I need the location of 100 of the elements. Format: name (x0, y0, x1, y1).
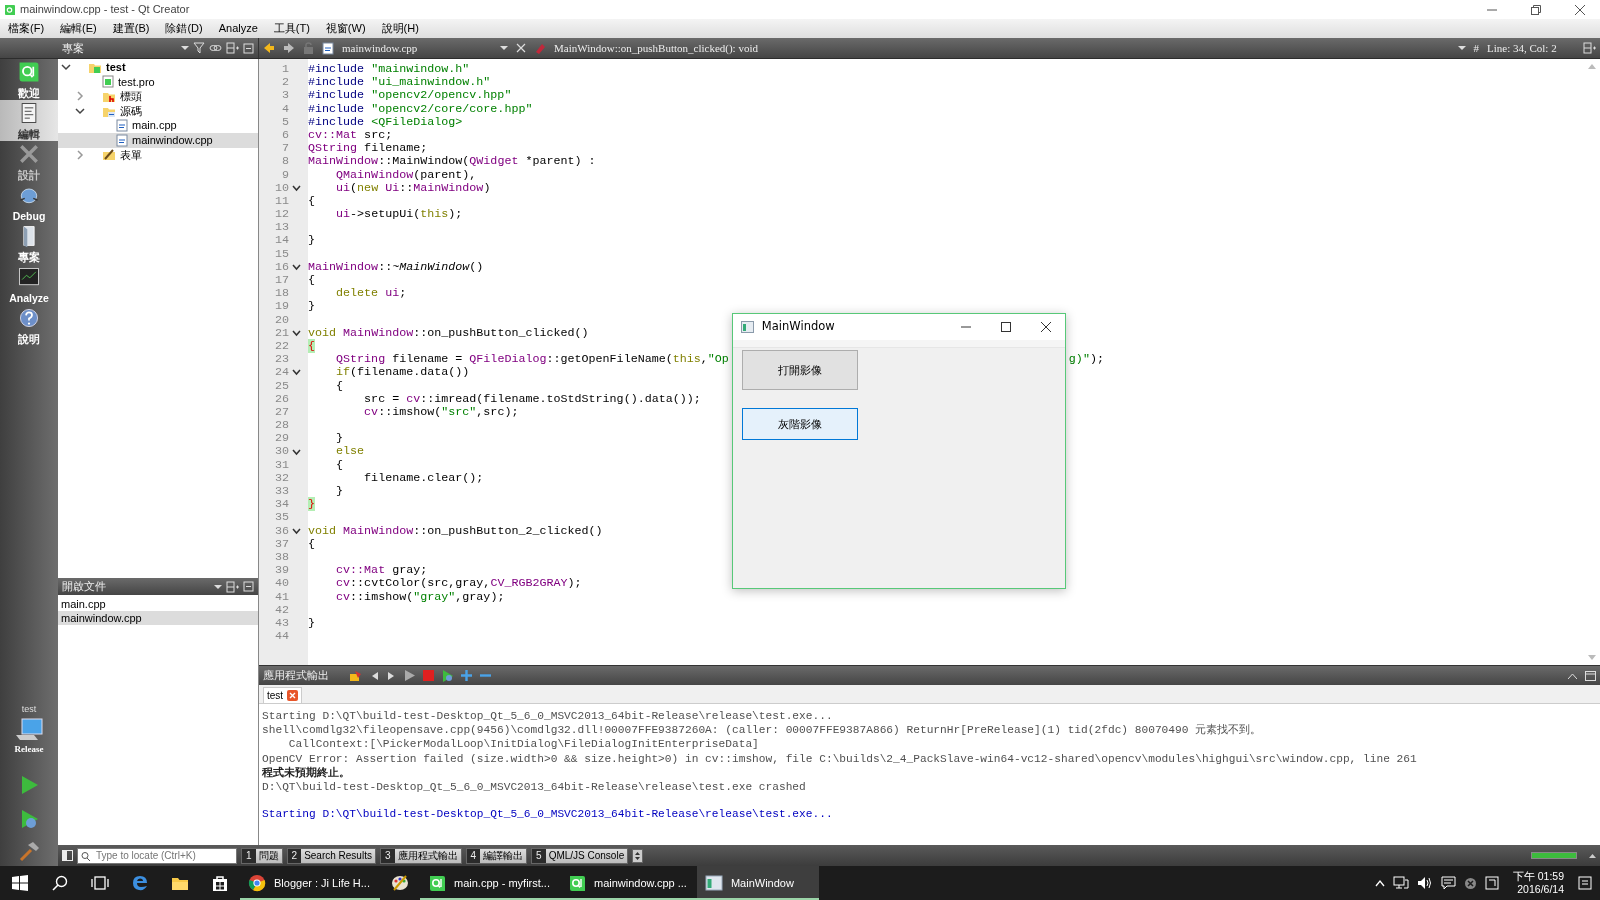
output-line: Starting D:\QT\build-test-Desktop_Qt_5_6_0_MSVC2013_64bit-Release\release\test.exe... (262, 806, 834, 821)
push-button[interactable]: 打開影像 (741, 350, 858, 390)
up-down-arrows-icon[interactable] (632, 848, 644, 863)
dropdown-icon[interactable] (500, 44, 508, 52)
tree-item[interactable]: 標頭 (58, 89, 258, 104)
cursor-position[interactable]: Line: 34, Col: 2 (1487, 39, 1575, 57)
menu-item[interactable]: 視窗(W) (317, 19, 374, 38)
fold-chevron-icon[interactable] (291, 184, 301, 192)
document-item[interactable]: mainwindow.cpp (58, 611, 258, 625)
menu-item[interactable]: 建置(B) (104, 19, 158, 38)
tree-item[interactable]: main.cpp (58, 118, 258, 133)
tree-item[interactable]: 表單 (58, 147, 258, 163)
restore-icon[interactable] (1530, 3, 1542, 16)
message-icon[interactable] (1440, 876, 1456, 890)
shopping-bag-icon[interactable] (211, 874, 229, 892)
dropdown-icon[interactable] (214, 582, 222, 591)
mode-button[interactable]: 編輯 (0, 100, 58, 141)
sidebar-toggle-icon[interactable] (62, 850, 73, 861)
tree-item[interactable]: 源碼 (58, 103, 258, 119)
window-title: mainwindow.cpp - test - Qt Creator (20, 2, 190, 18)
logo-icon[interactable] (428, 874, 446, 892)
speaker-icon[interactable] (1416, 876, 1433, 890)
output-pane-button[interactable]: 4 編譯輸出 (465, 847, 528, 864)
chevron-right-icon[interactable] (74, 148, 86, 161)
scrollbar-arrow-icon[interactable] (1588, 655, 1596, 661)
output-pane-button[interactable]: 1 問題 (241, 847, 283, 864)
zoom-in-icon[interactable] (461, 670, 472, 681)
notification-icon[interactable] (1578, 876, 1592, 890)
next-icon[interactable] (387, 670, 396, 681)
taskbar-button[interactable]: MainWindow (696, 866, 819, 900)
debug-run-icon[interactable] (442, 669, 453, 682)
fold-chevron-icon[interactable] (291, 263, 301, 271)
symbol-selector[interactable]: MainWindow::on_pushButton_clicked(): void (554, 38, 1450, 58)
browser-e-icon[interactable] (131, 874, 149, 892)
menu-item[interactable]: 除錯(D) (157, 19, 211, 38)
collapse-icon[interactable] (1589, 853, 1596, 858)
menu-item[interactable]: 工具(T) (265, 19, 318, 38)
fold-chevron-icon[interactable] (291, 329, 301, 337)
mode-button[interactable]: 專案 (0, 223, 58, 264)
scrollbar-arrow-icon[interactable] (1588, 63, 1596, 69)
split-icon[interactable] (1583, 42, 1596, 54)
close-panel-icon[interactable] (243, 42, 254, 54)
logo-icon[interactable] (567, 874, 586, 892)
dropdown-icon[interactable] (1457, 44, 1466, 52)
encoding-indicator[interactable]: # (1473, 39, 1479, 57)
tree-item[interactable]: mainwindow.cpp (58, 132, 258, 148)
link-icon[interactable] (209, 42, 222, 54)
kit-selector[interactable]: Release (14, 716, 44, 756)
previous-icon[interactable] (370, 670, 379, 681)
forward-arrow-icon[interactable] (283, 42, 295, 54)
output-pane-button[interactable]: 5 QML/JS Console (531, 847, 629, 864)
hammer-icon[interactable] (18, 840, 40, 862)
menu-item[interactable]: Analyze (210, 19, 266, 38)
taskbar-button[interactable]: Blogger : Ji Life H... (240, 866, 380, 900)
fold-chevron-icon[interactable] (291, 448, 301, 456)
filter-icon[interactable] (193, 42, 205, 54)
clock[interactable]: 下午 01:59 2016/6/14 (1512, 870, 1564, 896)
panel-selector[interactable]: 專案 (62, 38, 177, 58)
palette-icon[interactable] (390, 873, 410, 893)
document-item[interactable]: main.cpp (58, 597, 258, 611)
tree-item[interactable]: test.pro (58, 74, 258, 90)
menu-item[interactable]: 檔案(F) (0, 19, 53, 38)
rerun-icon[interactable] (349, 669, 362, 682)
taskbar-button[interactable]: main.cpp - myfirst... (420, 866, 560, 900)
file-selector[interactable]: mainwindow.cpp (342, 38, 492, 58)
mode-button[interactable]: Debug (0, 182, 58, 223)
mode-button[interactable]: 歡迎 (0, 59, 58, 100)
task-view-icon[interactable] (91, 875, 109, 891)
taskbar-button[interactable]: mainwindow.cpp ... (559, 866, 697, 900)
folder-icon[interactable] (171, 875, 189, 891)
windows-logo-icon[interactable] (12, 875, 28, 891)
menu-item[interactable]: 說明(H) (373, 19, 427, 38)
fold-chevron-icon[interactable] (291, 369, 301, 377)
output-pane-button[interactable]: 2 Search Results (286, 847, 376, 864)
network-icon[interactable] (1392, 876, 1409, 890)
chrome-icon[interactable] (248, 874, 266, 892)
mode-button[interactable]: Analyze (0, 264, 58, 305)
blocked-icon[interactable] (1463, 876, 1477, 890)
output-pane-button[interactable]: 3 應用程式輸出 (379, 847, 462, 864)
window-icon[interactable] (704, 875, 723, 891)
keyboard-icon[interactable] (1484, 876, 1499, 890)
chevron-up-icon[interactable] (1374, 879, 1385, 887)
close-panel-icon[interactable] (243, 581, 254, 592)
fold-chevron-icon[interactable] (291, 527, 301, 535)
output-tab[interactable]: test (263, 687, 303, 703)
mode-button[interactable]: 說明 (0, 305, 58, 346)
tree-item[interactable]: test (58, 60, 258, 75)
back-arrow-icon[interactable] (263, 42, 275, 54)
locate-field[interactable]: Type to locate (Ctrl+K) (77, 847, 237, 864)
close-icon[interactable] (1574, 3, 1586, 16)
dropdown-icon[interactable] (181, 44, 189, 52)
maximize-icon[interactable] (1000, 322, 1011, 332)
split-icon[interactable] (226, 580, 239, 593)
search-icon[interactable] (52, 875, 68, 891)
menu-item[interactable]: 編輯(E) (52, 19, 105, 38)
play-icon[interactable] (404, 670, 415, 681)
close-icon[interactable] (1040, 322, 1051, 332)
split-icon[interactable] (226, 42, 239, 54)
collapse-icon[interactable] (1568, 672, 1577, 679)
push-button[interactable]: 灰階影像 (741, 408, 858, 440)
